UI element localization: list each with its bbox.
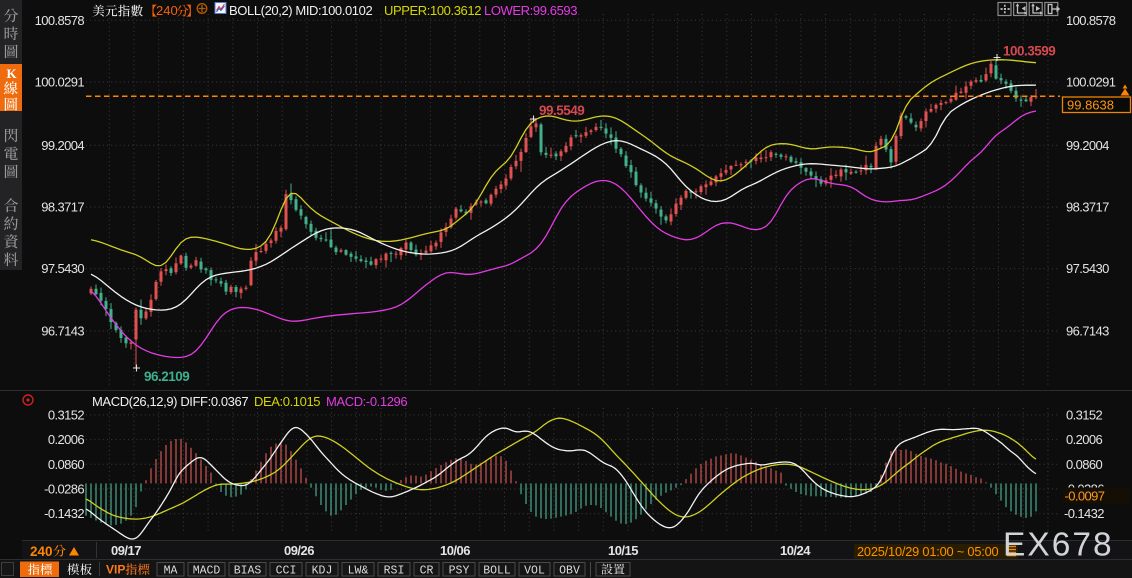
- svg-text:97.5430: 97.5430: [1066, 261, 1109, 276]
- svg-text:LOWER:99.6593: LOWER:99.6593: [484, 3, 577, 18]
- svg-text:-0.1432: -0.1432: [44, 506, 84, 521]
- svg-text:2025/10/29 01:00 ~ 05:00: 2025/10/29 01:00 ~ 05:00: [857, 544, 999, 559]
- svg-text:EX678: EX678: [1003, 527, 1114, 564]
- svg-text:LW&: LW&: [348, 565, 369, 578]
- svg-text:-0.0286: -0.0286: [44, 482, 84, 497]
- svg-text:MACD:-0.1296: MACD:-0.1296: [326, 394, 407, 409]
- svg-text:09/26: 09/26: [284, 543, 314, 558]
- svg-text:MACD(26,12,9) DIFF:0.0367: MACD(26,12,9) DIFF:0.0367: [92, 394, 248, 409]
- svg-text:BOLL: BOLL: [483, 565, 511, 578]
- svg-text:PSY: PSY: [449, 565, 470, 578]
- svg-text:BOLL(20,2) MID:100.0102: BOLL(20,2) MID:100.0102: [229, 3, 372, 18]
- svg-text:100.3599: 100.3599: [1003, 44, 1055, 59]
- svg-text:100.8578: 100.8578: [1066, 13, 1116, 28]
- svg-text:0.3152: 0.3152: [48, 407, 85, 422]
- svg-text:BIAS: BIAS: [234, 565, 262, 578]
- svg-text:99.5549: 99.5549: [539, 103, 584, 118]
- svg-text:10/06: 10/06: [440, 543, 470, 558]
- svg-text:96.7143: 96.7143: [1066, 324, 1109, 339]
- svg-text:0.2006: 0.2006: [1066, 432, 1103, 447]
- svg-text:97.5430: 97.5430: [41, 261, 84, 276]
- svg-text:96.2109: 96.2109: [144, 369, 189, 384]
- svg-text:0.2006: 0.2006: [48, 432, 85, 447]
- svg-text:99.2004: 99.2004: [41, 138, 84, 153]
- svg-text:100.0291: 100.0291: [35, 75, 85, 90]
- svg-text:0.3152: 0.3152: [1066, 407, 1103, 422]
- svg-text:0.0860: 0.0860: [1066, 457, 1103, 472]
- svg-text:98.3717: 98.3717: [41, 200, 84, 215]
- svg-text:10/24: 10/24: [780, 543, 811, 558]
- svg-text:100.8578: 100.8578: [35, 13, 85, 28]
- svg-text:UPPER:100.3612: UPPER:100.3612: [384, 3, 481, 18]
- svg-text:96.7143: 96.7143: [41, 324, 84, 339]
- svg-text:09/17: 09/17: [111, 543, 141, 558]
- svg-text:240: 240: [156, 3, 178, 18]
- svg-text:0.0860: 0.0860: [48, 457, 85, 472]
- svg-text:CR: CR: [420, 565, 434, 578]
- svg-text:-0.0097: -0.0097: [1065, 489, 1105, 504]
- svg-text:98.3717: 98.3717: [1066, 200, 1109, 215]
- svg-text:OBV: OBV: [559, 565, 580, 578]
- svg-text:99.8638: 99.8638: [1067, 98, 1114, 113]
- svg-text:-0.1432: -0.1432: [1064, 506, 1104, 521]
- svg-text:100.0291: 100.0291: [1066, 75, 1116, 90]
- svg-text:RSI: RSI: [384, 565, 405, 578]
- svg-text:MACD: MACD: [193, 565, 221, 578]
- svg-text:10/15: 10/15: [608, 543, 638, 558]
- svg-text:K: K: [7, 66, 18, 81]
- svg-text:240: 240: [30, 544, 53, 559]
- svg-text:DEA:0.1015: DEA:0.1015: [254, 394, 320, 409]
- svg-text:KDJ: KDJ: [312, 565, 333, 578]
- svg-text:CCI: CCI: [276, 565, 297, 578]
- svg-text:99.2004: 99.2004: [1066, 138, 1109, 153]
- svg-text:MA: MA: [164, 565, 178, 578]
- svg-text:VOL: VOL: [524, 565, 545, 578]
- svg-text:VIP: VIP: [106, 563, 125, 577]
